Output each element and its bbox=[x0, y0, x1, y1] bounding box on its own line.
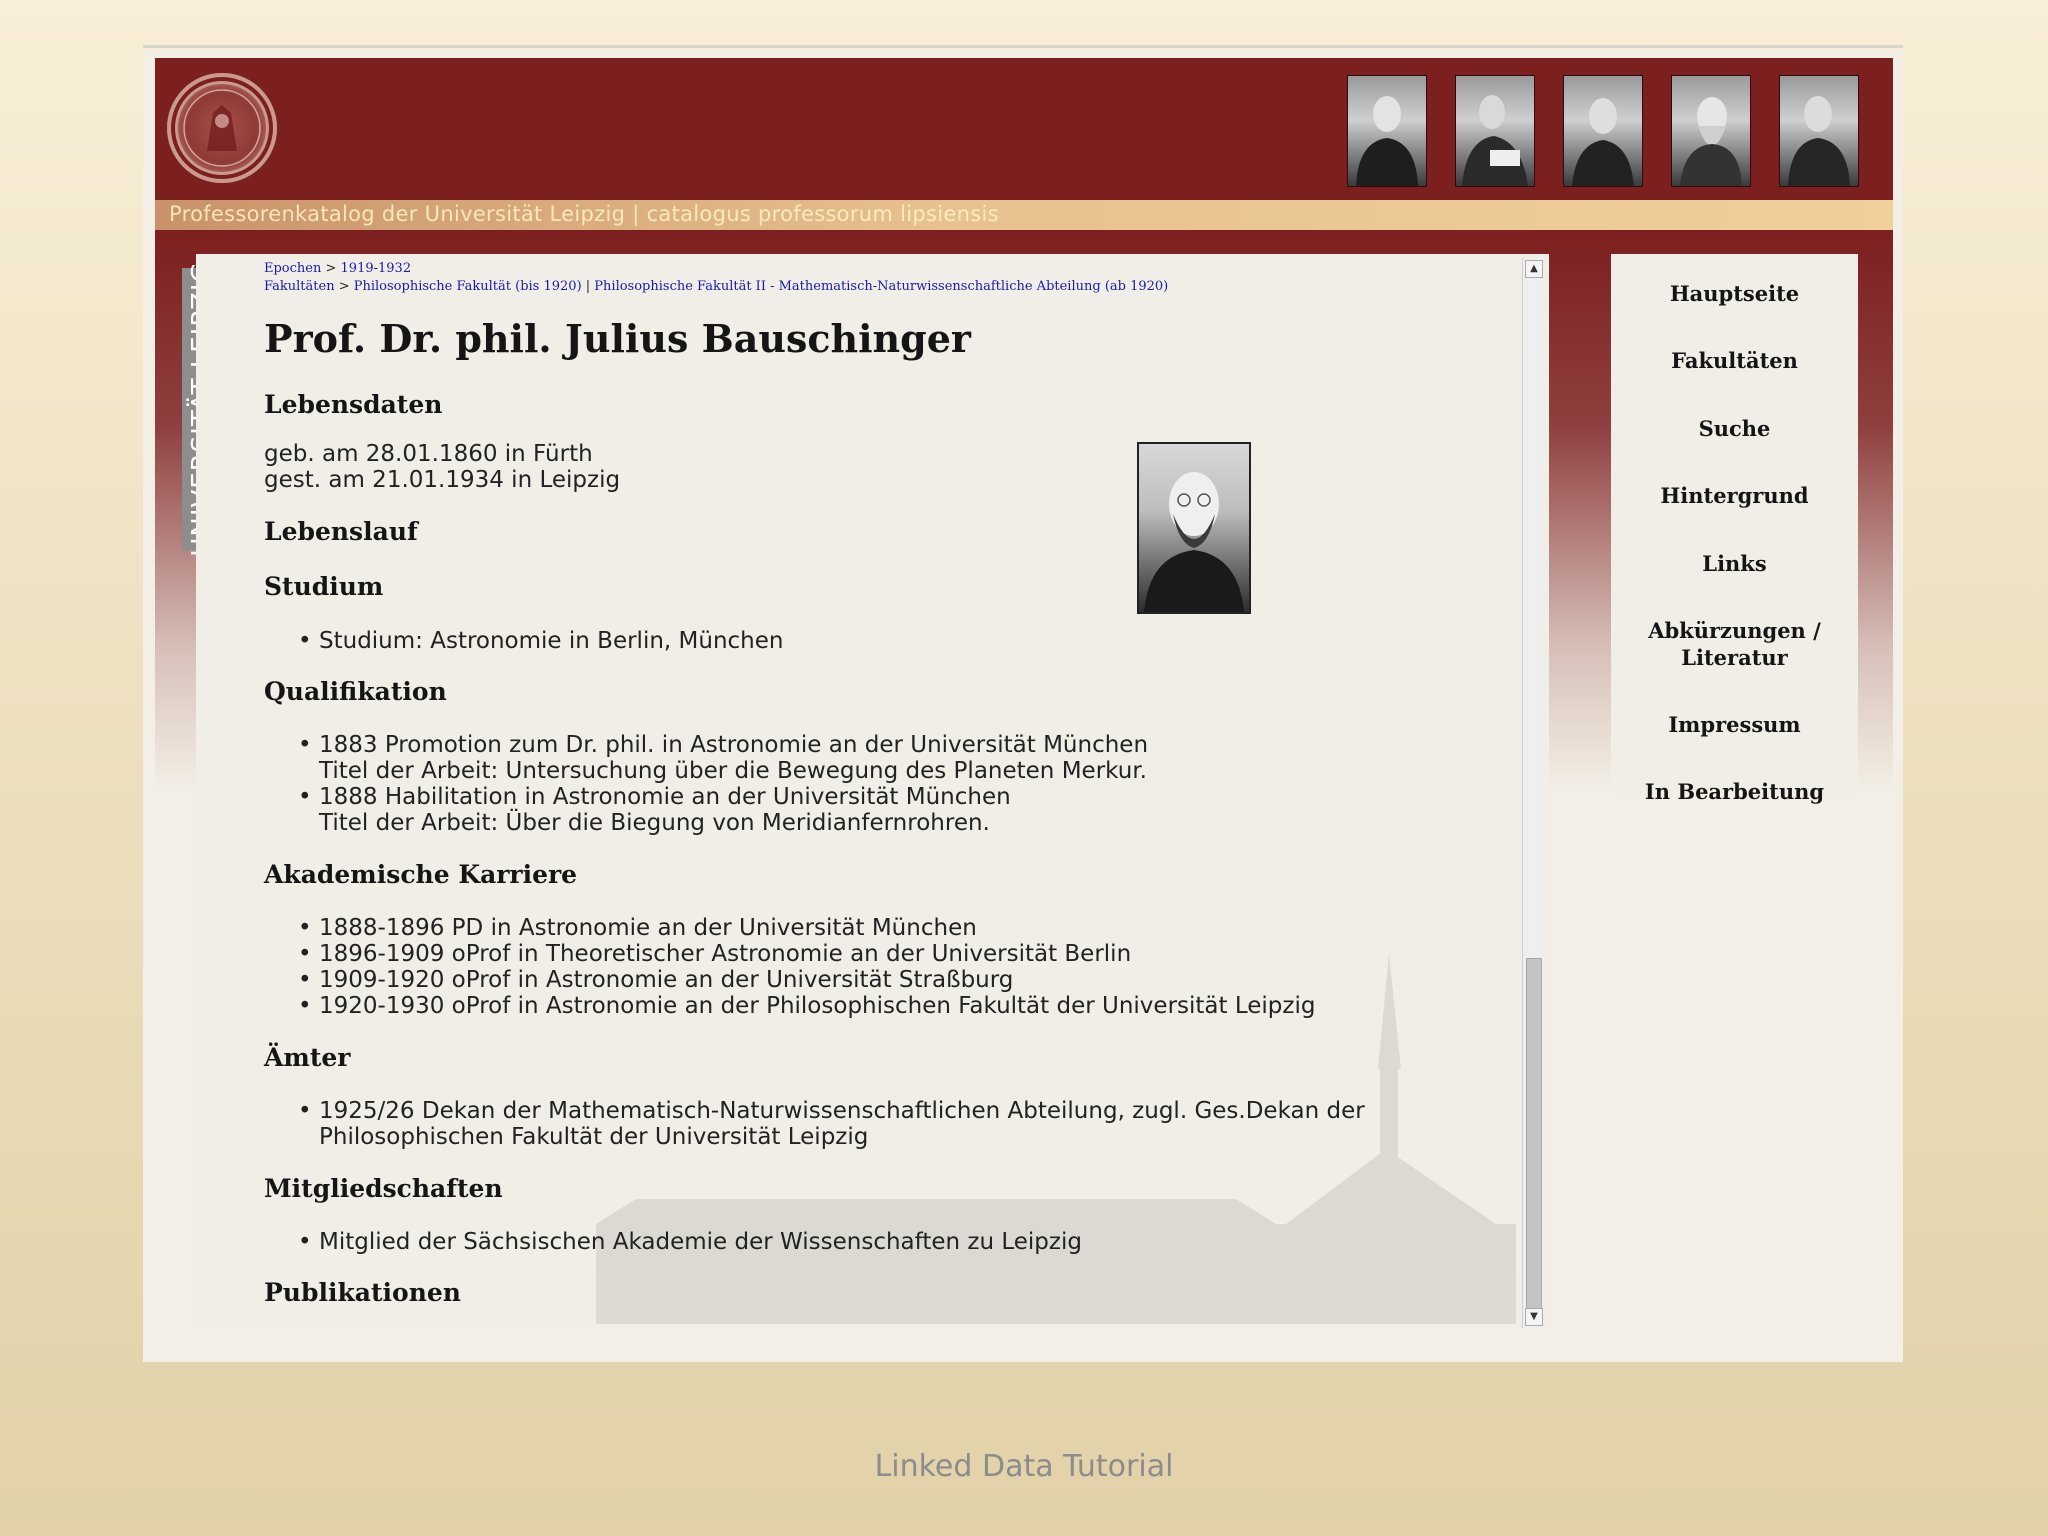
breadcrumb-link-fakultaeten[interactable]: Fakultäten bbox=[264, 279, 335, 294]
scrollbar-thumb[interactable] bbox=[1526, 958, 1542, 1310]
nav-item-impressum[interactable]: Impressum bbox=[1611, 711, 1858, 738]
content-scrollbar[interactable]: ▲ ▼ bbox=[1522, 258, 1543, 1328]
professor-portrait-image[interactable] bbox=[1779, 75, 1859, 187]
nav-item-in-bearbeitung[interactable]: In Bearbeitung bbox=[1611, 778, 1858, 805]
death-date: gest. am 21.01.1934 in Leipzig bbox=[264, 467, 621, 493]
qualification-thesis: Titel der Arbeit: Über die Biegung von M… bbox=[319, 810, 990, 836]
birth-date: geb. am 28.01.1860 in Fürth bbox=[264, 441, 593, 467]
slide-top-line bbox=[143, 45, 1903, 48]
section-heading-mitgliedschaften: Mitgliedschaften bbox=[264, 1174, 503, 1203]
nav-item-hintergrund[interactable]: Hintergrund bbox=[1611, 482, 1858, 509]
nav-item-abkuerzungen-literatur[interactable]: Abkürzungen / Literatur bbox=[1611, 617, 1858, 671]
section-heading-aemter: Ämter bbox=[264, 1043, 351, 1072]
breadcrumb-link-math-nat-abteilung[interactable]: Philosophische Fakultät II - Mathematisc… bbox=[594, 279, 1168, 294]
mitglied-list: Mitglied der Sächsischen Akademie der Wi… bbox=[264, 1229, 1082, 1255]
header-portraits bbox=[1347, 75, 1859, 187]
professor-photo bbox=[1137, 442, 1251, 614]
office-text-line: 1925/26 Dekan der Mathematisch-Naturwiss… bbox=[319, 1098, 1365, 1124]
main-navigation: Hauptseite Fakultäten Suche Hintergrund … bbox=[1611, 254, 1858, 804]
nav-label-line: Literatur bbox=[1681, 645, 1788, 670]
aemter-list: 1925/26 Dekan der Mathematisch-Naturwiss… bbox=[264, 1098, 1365, 1150]
professor-portrait-image[interactable] bbox=[1347, 75, 1427, 187]
list-item: 1888-1896 PD in Astronomie an der Univer… bbox=[264, 915, 1315, 941]
lebensdaten-text: geb. am 28.01.1860 in Fürth gest. am 21.… bbox=[264, 441, 620, 493]
university-seal-icon[interactable] bbox=[167, 73, 277, 183]
section-heading-lebensdaten: Lebensdaten bbox=[264, 390, 443, 419]
professor-portrait-image[interactable] bbox=[1455, 75, 1535, 187]
nav-item-suche[interactable]: Suche bbox=[1611, 415, 1858, 442]
professor-portrait-image[interactable] bbox=[1563, 75, 1643, 187]
section-heading-lebenslauf: Lebenslauf bbox=[264, 517, 418, 546]
breadcrumb-link-epochen[interactable]: Epochen bbox=[264, 261, 321, 276]
list-item: 1909-1920 oProf in Astronomie an der Uni… bbox=[264, 967, 1315, 993]
office-text-line: Philosophischen Fakultät der Universität… bbox=[319, 1124, 869, 1150]
list-item: Studium: Astronomie in Berlin, München bbox=[264, 628, 783, 654]
catalog-subtitle-bar: Professorenkatalog der Universität Leipz… bbox=[155, 200, 1893, 230]
nav-item-fakultaeten[interactable]: Fakultäten bbox=[1611, 347, 1858, 374]
section-heading-karriere: Akademische Karriere bbox=[264, 860, 578, 889]
karriere-list: 1888-1896 PD in Astronomie an der Univer… bbox=[264, 915, 1315, 1019]
nav-label-line: Abkürzungen / bbox=[1648, 618, 1821, 643]
qualifikation-list: 1883 Promotion zum Dr. phil. in Astronom… bbox=[264, 732, 1148, 836]
section-heading-studium: Studium bbox=[264, 572, 384, 601]
scroll-up-icon[interactable]: ▲ bbox=[1525, 260, 1543, 278]
list-item: 1883 Promotion zum Dr. phil. in Astronom… bbox=[264, 732, 1148, 784]
list-item: 1888 Habilitation in Astronomie an der U… bbox=[264, 784, 1148, 836]
qualification-text: 1883 Promotion zum Dr. phil. in Astronom… bbox=[319, 732, 1149, 758]
list-item: 1920-1930 oProf in Astronomie an der Phi… bbox=[264, 993, 1315, 1019]
breadcrumb-link-epoch[interactable]: 1919-1932 bbox=[341, 261, 412, 276]
section-heading-publikationen: Publikationen bbox=[264, 1278, 461, 1307]
qualification-text: 1888 Habilitation in Astronomie an der U… bbox=[319, 784, 1011, 810]
slide-footer: Linked Data Tutorial bbox=[874, 1449, 1174, 1484]
qualification-thesis: Titel der Arbeit: Untersuchung über die … bbox=[319, 758, 1147, 784]
breadcrumb: Epochen > 1919-1932 Fakultäten > Philoso… bbox=[264, 261, 1169, 294]
catalog-subtitle: Professorenkatalog der Universität Leipz… bbox=[169, 202, 999, 226]
scroll-down-icon[interactable]: ▼ bbox=[1525, 1308, 1543, 1326]
studium-list: Studium: Astronomie in Berlin, München bbox=[264, 628, 783, 654]
page-title: Prof. Dr. phil. Julius Bauschinger bbox=[264, 316, 971, 361]
nav-item-hauptseite[interactable]: Hauptseite bbox=[1611, 280, 1858, 307]
list-item: 1896-1909 oProf in Theoretischer Astrono… bbox=[264, 941, 1315, 967]
nav-item-links[interactable]: Links bbox=[1611, 550, 1858, 577]
section-heading-qualifikation: Qualifikation bbox=[264, 677, 447, 706]
professor-portrait-image[interactable] bbox=[1671, 75, 1751, 187]
list-item: Mitglied der Sächsischen Akademie der Wi… bbox=[264, 1229, 1082, 1255]
breadcrumb-link-philosophische-fakultaet[interactable]: Philosophische Fakultät (bis 1920) bbox=[354, 279, 582, 294]
list-item: 1925/26 Dekan der Mathematisch-Naturwiss… bbox=[264, 1098, 1365, 1150]
